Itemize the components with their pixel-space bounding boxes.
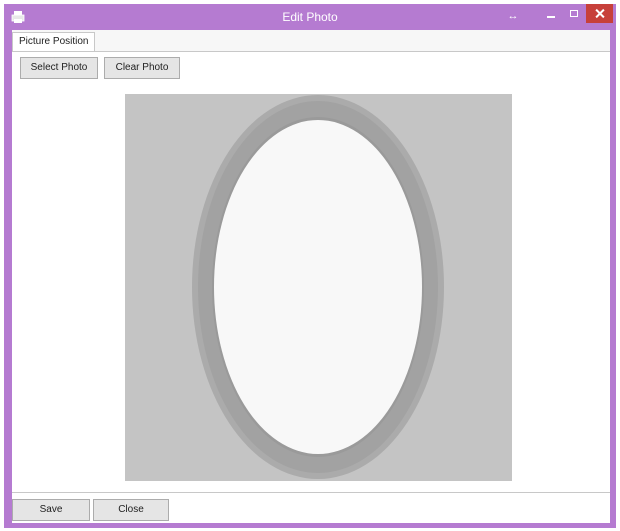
window-client-area: Picture Position Select Photo Clear Phot… — [12, 30, 610, 523]
oval-frame-graphic — [192, 95, 444, 479]
photo-preview[interactable] — [125, 94, 512, 481]
select-photo-button[interactable]: Select Photo — [20, 57, 98, 79]
edit-photo-window: Edit Photo ↔ Picture Position Select Pho… — [4, 4, 616, 528]
maximize-icon[interactable] — [564, 6, 586, 24]
tab-picture-position[interactable]: Picture Position — [12, 32, 96, 51]
resize-arrows-icon[interactable]: ↔ — [504, 8, 522, 24]
close-icon[interactable] — [586, 4, 613, 23]
minimize-icon[interactable] — [540, 6, 562, 24]
dialog-footer: Save Close — [12, 492, 610, 523]
close-button[interactable]: Close — [93, 499, 169, 521]
tab-strip: Picture Position — [12, 30, 610, 52]
clear-photo-button[interactable]: Clear Photo — [104, 57, 180, 79]
title-bar[interactable]: Edit Photo ↔ — [4, 4, 616, 30]
picture-position-panel: Select Photo Clear Photo — [12, 52, 610, 492]
window-title: Edit Photo — [282, 10, 338, 24]
save-button[interactable]: Save — [12, 499, 90, 521]
